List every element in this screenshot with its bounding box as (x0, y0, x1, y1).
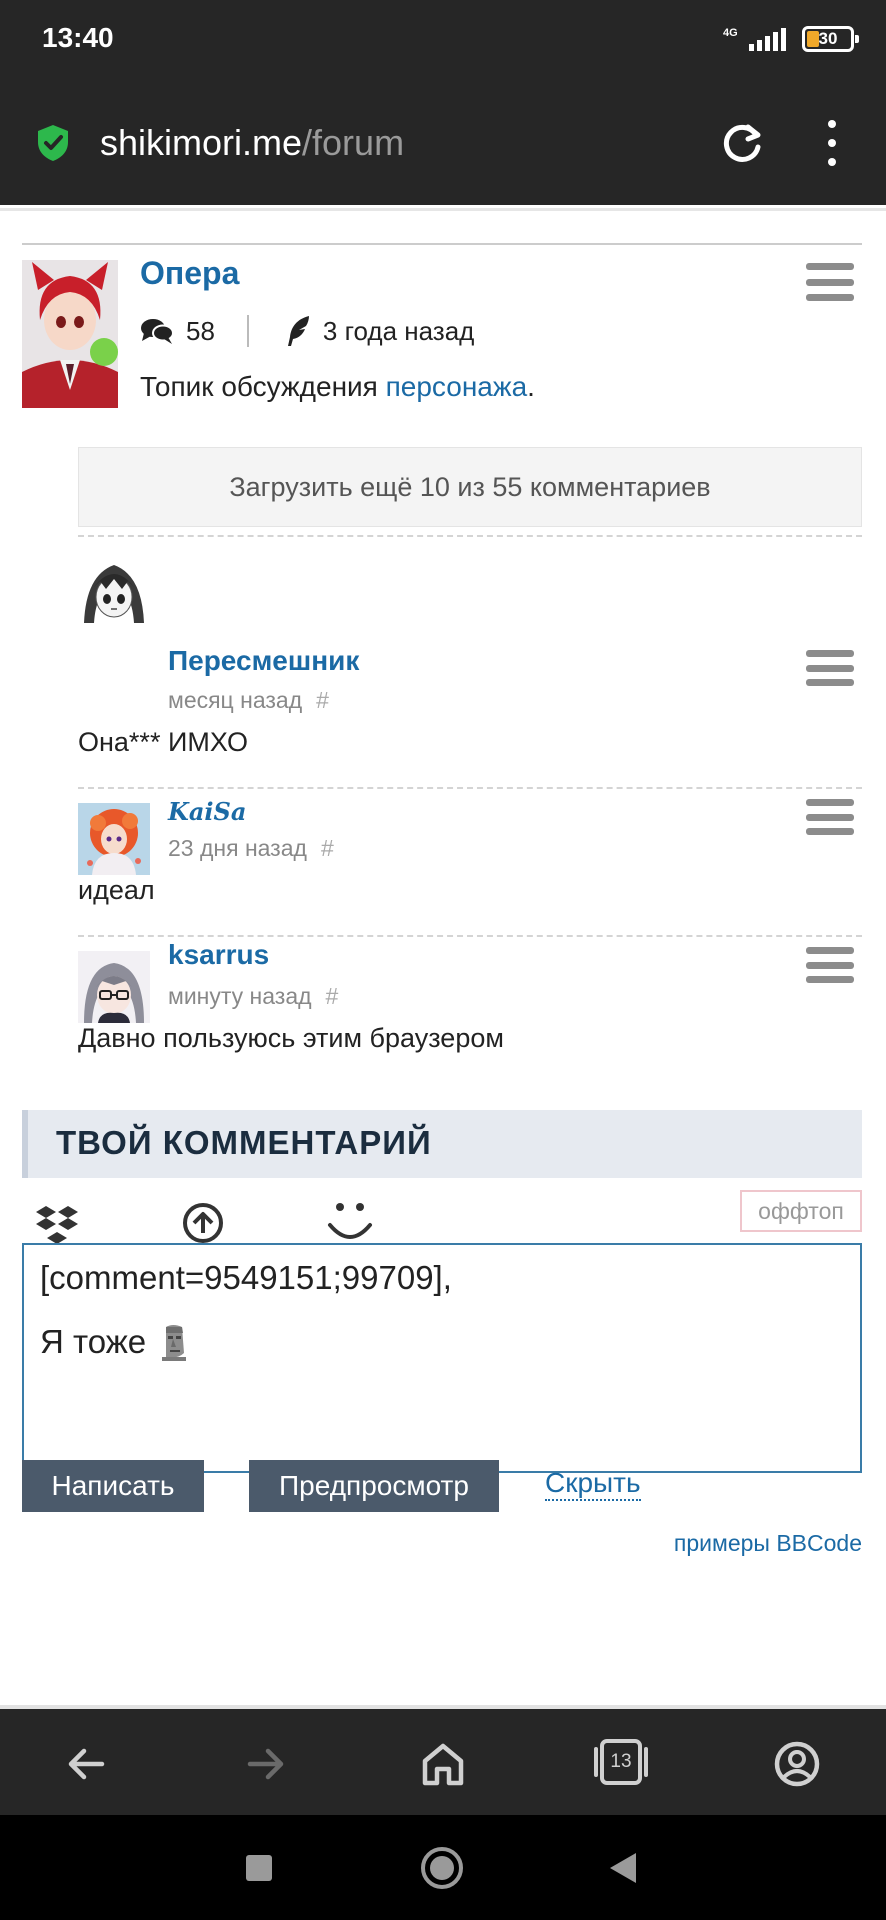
comment-body: Она*** ИМХО (78, 727, 248, 757)
comment-body: идеал (78, 875, 155, 905)
system-navigation-bar (0, 1815, 886, 1920)
home-icon[interactable] (418, 1739, 468, 1789)
comment-count: 58 (186, 315, 215, 346)
comment-time: 23 дня назад # (168, 835, 334, 862)
quill-icon (287, 316, 309, 346)
reply-section-heading: ТВОЙ КОММЕНТАРИЙ (22, 1110, 862, 1178)
tabs-edge (594, 1747, 598, 1777)
character-link[interactable]: персонажа (386, 371, 528, 402)
comment-avatar[interactable] (78, 551, 150, 623)
comment-author[interactable]: Пересмешник (168, 445, 359, 676)
upload-icon[interactable] (180, 1200, 226, 1246)
time-text[interactable]: 23 дня назад (168, 835, 307, 861)
editor-text: Я тоже (40, 1323, 147, 1360)
moai-emoji-icon (162, 1325, 187, 1361)
comment-divider (78, 535, 862, 537)
network-type: 4G (723, 26, 738, 39)
submit-button[interactable]: Написать (22, 1460, 204, 1512)
battery-level: 30 (818, 29, 838, 48)
topic-menu-icon[interactable] (806, 263, 854, 301)
comment-menu-icon[interactable] (806, 650, 854, 686)
author-name[interactable]: Пересмешник (168, 645, 359, 676)
tabs-edge (644, 1747, 648, 1777)
comment-divider (78, 787, 862, 789)
secure-shield-icon[interactable] (36, 124, 70, 162)
browser-url-bar: shikimori.me/forum (0, 80, 886, 205)
forward-arrow-icon[interactable] (240, 1739, 290, 1789)
status-time: 13:40 (42, 22, 114, 53)
smiley-icon[interactable] (326, 1195, 374, 1247)
hide-link[interactable]: Скрыть (545, 1467, 641, 1501)
comment-body: Давно пользуюсь этим браузером (78, 1023, 504, 1053)
url-path: /forum (302, 122, 405, 163)
desc-suffix: . (527, 371, 535, 402)
topic-meta: 58 3 года назад (140, 315, 474, 347)
battery-icon: 30 (802, 26, 859, 52)
topic-age: 3 года назад (322, 315, 475, 346)
permalink-hash[interactable]: # (316, 687, 329, 713)
more-options-icon[interactable] (820, 120, 844, 166)
address-field[interactable]: shikimori.me/forum (100, 122, 404, 164)
forum-content: Опера 58 3 года назад Топик обсуждения п… (0, 205, 886, 1705)
comment-avatar[interactable] (78, 803, 150, 875)
tabs-count: 13 (600, 1739, 642, 1785)
comment-divider (78, 935, 862, 937)
comment-textarea[interactable]: [comment=9549151;99709], Я тоже (22, 1243, 862, 1473)
system-back-icon[interactable] (610, 1853, 636, 1883)
back-arrow-icon[interactable] (62, 1739, 112, 1789)
comment-avatar[interactable] (78, 951, 150, 1023)
profile-icon[interactable] (772, 1739, 822, 1789)
meta-divider (246, 315, 249, 347)
time-text[interactable]: месяц назад (168, 687, 302, 713)
signal-icon (749, 27, 786, 51)
editor-line: Я тоже (40, 1323, 844, 1361)
divider (0, 208, 886, 211)
time-text[interactable]: минуту назад (168, 983, 312, 1009)
editor-line: [comment=9549151;99709], (40, 1259, 452, 1296)
reply-heading-text: ТВОЙ КОММЕНТАРИЙ (56, 1124, 432, 1161)
status-bar: 13:40 4G 30 (0, 0, 886, 80)
tabs-button[interactable]: 13 (594, 1737, 648, 1787)
comment-menu-icon[interactable] (806, 947, 854, 983)
browser-bottom-bar: 13 (0, 1705, 886, 1815)
offtopic-toggle[interactable]: оффтоп (740, 1190, 862, 1232)
dropbox-icon[interactable] (34, 1200, 80, 1246)
topic-avatar[interactable] (22, 260, 118, 408)
status-icons: 4G 30 (723, 24, 859, 54)
comment-author[interactable]: ksarrus (168, 939, 269, 971)
comment-time: минуту назад # (168, 983, 338, 1010)
topic-description: Топик обсуждения персонажа. (140, 371, 535, 403)
divider (22, 243, 862, 245)
bbcode-examples-link[interactable]: примеры BBCode (674, 1530, 862, 1557)
preview-button[interactable]: Предпросмотр (249, 1460, 499, 1512)
topic-title[interactable]: Опера (140, 255, 239, 292)
recents-icon[interactable] (246, 1855, 272, 1881)
system-home-icon[interactable] (421, 1847, 463, 1889)
desc-text: Топик обсуждения (140, 371, 386, 402)
reload-icon[interactable] (718, 118, 768, 168)
url-domain: shikimori.me (100, 122, 303, 163)
comment-author[interactable]: KaiSa (168, 797, 246, 826)
permalink-hash[interactable]: # (326, 983, 339, 1009)
comment-menu-icon[interactable] (806, 799, 854, 835)
comments-icon (141, 319, 174, 344)
permalink-hash[interactable]: # (321, 835, 334, 861)
comment-time: месяц назад # (168, 687, 329, 714)
